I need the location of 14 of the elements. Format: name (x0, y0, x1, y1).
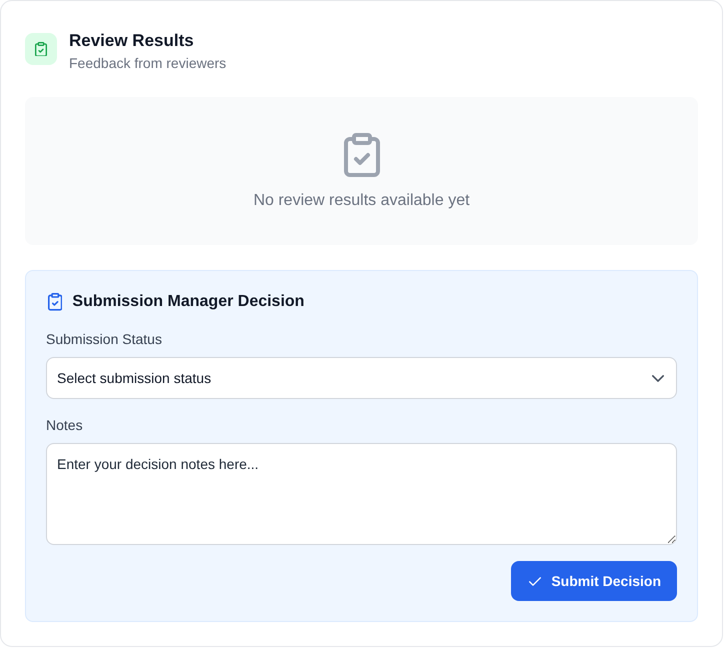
field-label: Notes (46, 416, 83, 435)
empty-state-message: No review results available yet (253, 191, 470, 211)
clipboard-check-icon (344, 133, 380, 177)
chevron-down-icon (652, 374, 664, 382)
clipboard-check-icon (48, 293, 62, 311)
section-title: Review Results (69, 30, 194, 52)
panel-title: Submission Manager Decision (72, 292, 304, 312)
section-subtitle: Feedback from reviewers (69, 54, 226, 73)
clipboard-check-icon (25, 33, 57, 65)
check-icon (529, 576, 542, 586)
status-dropdown[interactable]: Select submission status (46, 357, 677, 399)
field-label: Submission Status (46, 330, 162, 349)
submit-button[interactable]: Submit Decision (511, 561, 677, 601)
notes-field[interactable]: Enter your decision notes here... (46, 443, 677, 545)
